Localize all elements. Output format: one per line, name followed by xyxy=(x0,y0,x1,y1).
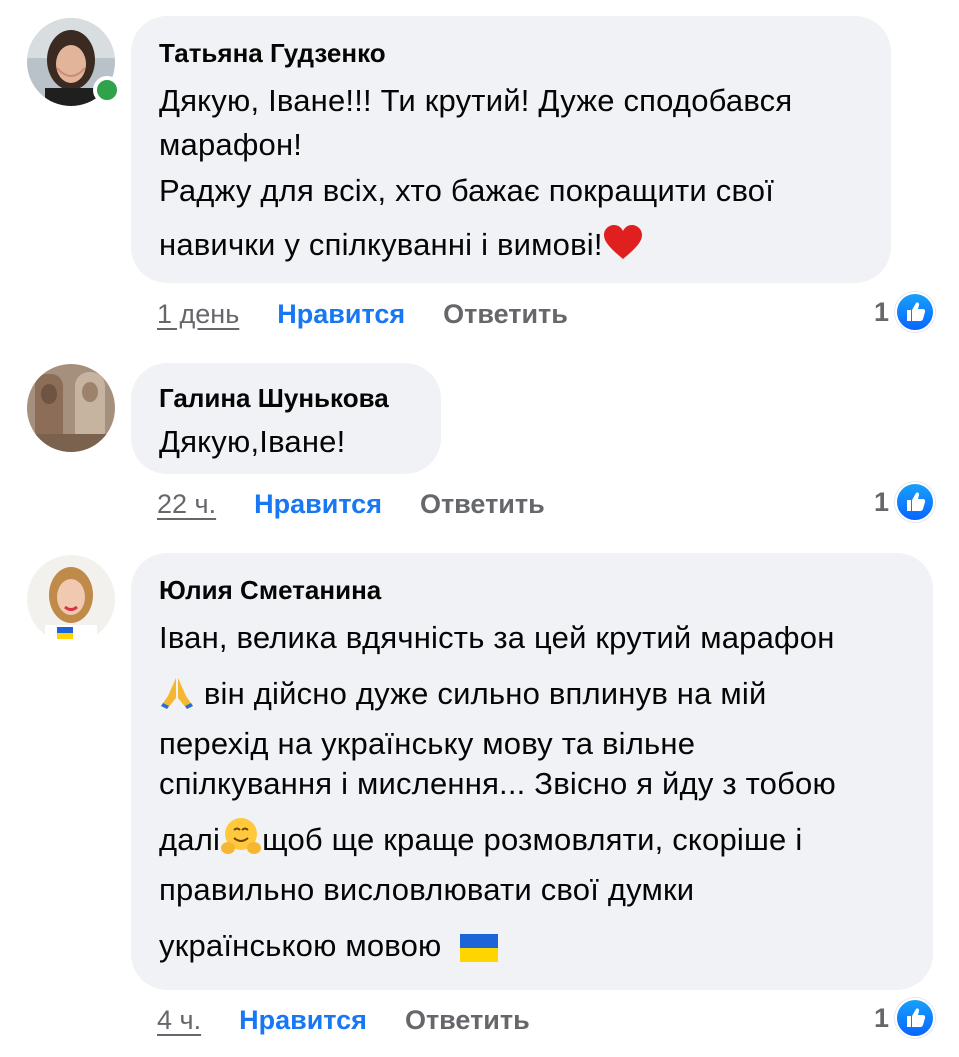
comment-bubble: Галина Шунькова Дякую,Іване! xyxy=(131,363,441,474)
like-button[interactable]: Нравится xyxy=(277,299,405,330)
comment-author[interactable]: Юлия Сметанина xyxy=(159,573,905,607)
comment-author[interactable]: Галина Шунькова xyxy=(159,381,413,415)
text-line: далі щоб ще краще розмовляти, скоріше і xyxy=(159,815,905,871)
text-line: Раджу для всіх, хто бажає покращити свої xyxy=(159,173,775,208)
text-line: Іван, велика вдячність за цей крутий мар… xyxy=(159,620,835,655)
comment-bubble: Татьяна Гудзенко Дякую, Іване!!! Ти крут… xyxy=(131,16,891,283)
comment-text: Дякую, Іване!!! Ти крутий! Дуже сподобав… xyxy=(159,76,863,276)
text-line: він дійсно дуже сильно вплинув на мій xyxy=(159,669,905,725)
reaction-count: 1 xyxy=(873,296,889,327)
text-line: українською мовою xyxy=(159,921,905,977)
reaction-count: 1 xyxy=(873,1002,889,1033)
like-button[interactable]: Нравится xyxy=(239,1005,367,1036)
reaction-count: 1 xyxy=(873,486,889,517)
comment-author[interactable]: Татьяна Гудзенко xyxy=(159,36,863,70)
thumbs-up-icon xyxy=(895,292,935,332)
thumbs-up-icon xyxy=(895,998,935,1038)
comment-actions: 22 ч. Нравится Ответить xyxy=(157,484,545,524)
text-line: марафон! xyxy=(159,127,303,162)
text-line: навички у спілкуванні і вимові! xyxy=(159,220,863,276)
timestamp-link[interactable]: 4 ч. xyxy=(157,1005,201,1036)
timestamp-link[interactable]: 1 день xyxy=(157,299,239,330)
avatar-photo xyxy=(27,555,115,643)
comment-text: Іван, велика вдячність за цей крутий мар… xyxy=(159,613,905,977)
ukraine-flag-emoji xyxy=(460,927,499,977)
reaction-summary[interactable]: 1 xyxy=(874,482,935,522)
avatar[interactable] xyxy=(27,364,115,452)
comment-actions: 4 ч. Нравится Ответить xyxy=(157,1000,530,1040)
thumbs-up-icon xyxy=(895,482,935,522)
comment-bubble: Юлия Сметанина Іван, велика вдячність за… xyxy=(131,553,933,990)
folded-hands-emoji xyxy=(159,675,195,725)
comment-actions: 1 день Нравится Ответить xyxy=(157,294,568,334)
like-button[interactable]: Нравится xyxy=(254,489,382,520)
reaction-summary[interactable]: 1 xyxy=(874,998,935,1038)
reply-button[interactable]: Ответить xyxy=(405,1005,530,1036)
avatar[interactable] xyxy=(27,18,121,106)
text-line: правильно висловлювати свої думки xyxy=(159,872,695,907)
avatar-photo xyxy=(27,364,115,452)
timestamp-link[interactable]: 22 ч. xyxy=(157,489,216,520)
comment-text: Дякую,Іване! xyxy=(159,424,346,459)
reply-button[interactable]: Ответить xyxy=(443,299,568,330)
reply-button[interactable]: Ответить xyxy=(420,489,545,520)
reaction-summary[interactable]: 1 xyxy=(874,292,935,332)
text-line: Дякую, Іване!!! Ти крутий! Дуже сподобав… xyxy=(159,83,793,118)
heart-emoji xyxy=(603,225,643,276)
avatar[interactable] xyxy=(27,555,115,643)
text-line: спілкування і мислення... Звісно я йду з… xyxy=(159,766,836,801)
online-status-indicator xyxy=(93,76,121,104)
hugging-face-emoji xyxy=(220,816,262,871)
